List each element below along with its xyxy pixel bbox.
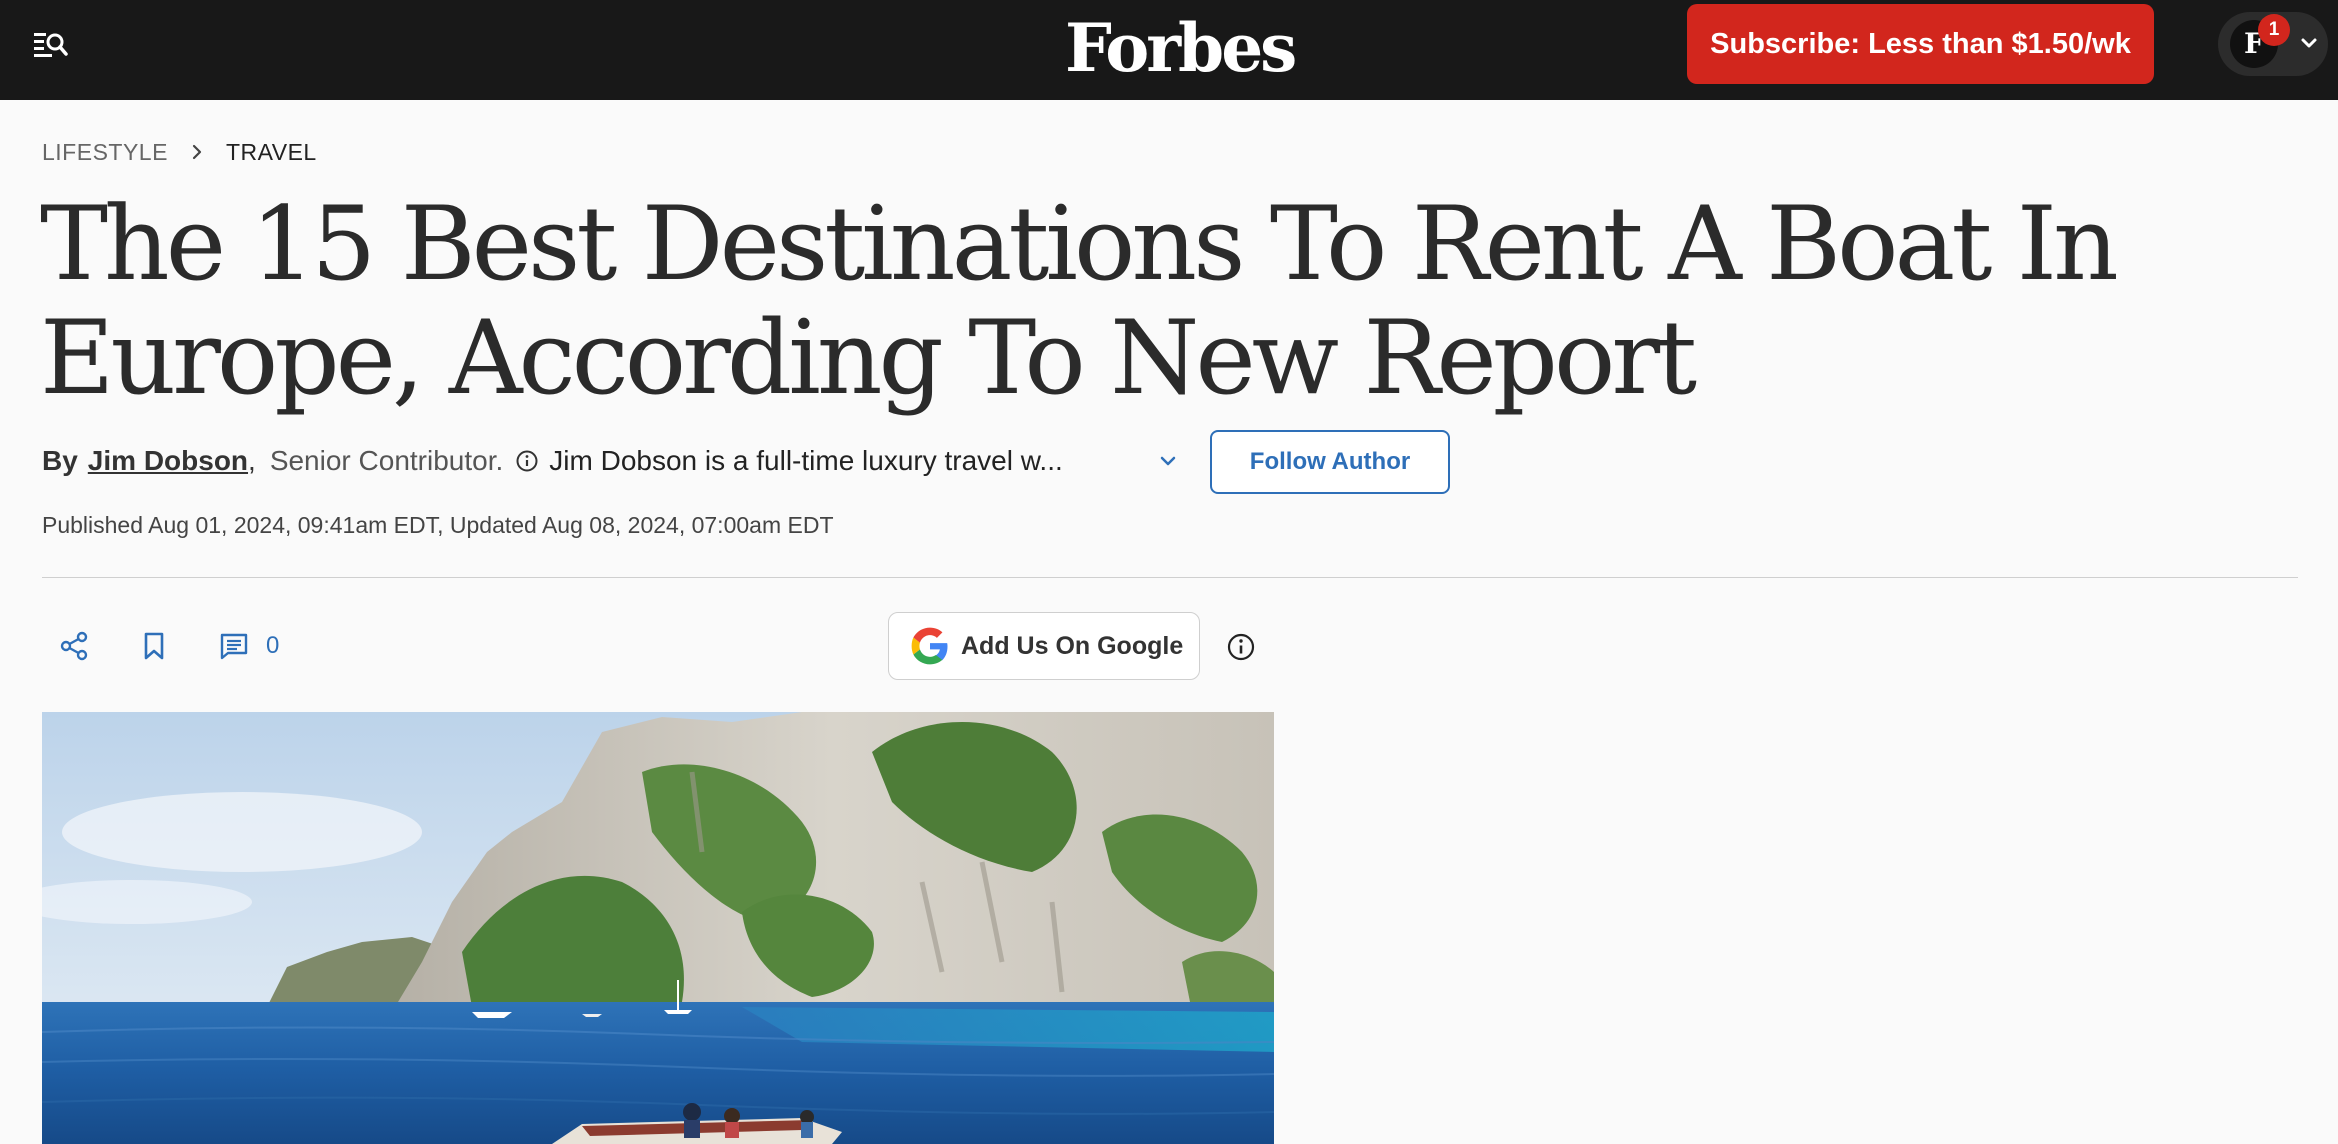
breadcrumb: LIFESTYLE TRAVEL <box>42 134 317 170</box>
menu-search-icon[interactable] <box>30 24 70 64</box>
chevron-down-icon[interactable] <box>1155 448 1181 474</box>
byline: By Jim Dobson , Senior Contributor. Jim … <box>42 436 1181 486</box>
notification-badge: 1 <box>2258 14 2290 46</box>
publish-dates: Published Aug 01, 2024, 09:41am EDT, Upd… <box>42 512 834 538</box>
byline-comma: , <box>248 445 256 476</box>
forbes-logo[interactable]: Forbes <box>1065 4 1297 92</box>
chevron-right-icon <box>192 144 202 160</box>
breadcrumb-lifestyle[interactable]: LIFESTYLE <box>42 139 168 166</box>
info-icon[interactable] <box>1226 632 1256 662</box>
author-link[interactable]: Jim Dobson <box>88 445 248 477</box>
info-icon[interactable] <box>515 449 539 473</box>
account-menu-button[interactable]: F 1 <box>2218 12 2328 76</box>
google-icon <box>911 627 948 665</box>
share-icon[interactable] <box>58 630 90 662</box>
bookmark-icon[interactable] <box>138 630 170 662</box>
hero-image <box>42 712 1274 1144</box>
subscribe-button[interactable]: Subscribe: Less than $1.50/wk <box>1687 4 2154 84</box>
comments-button[interactable]: 0 <box>218 628 279 664</box>
author-bio: Jim Dobson is a full-time luxury travel … <box>549 445 1063 476</box>
article-title: The 15 Best Destinations To Rent A Boat … <box>40 185 2119 418</box>
comment-icon <box>220 633 248 660</box>
divider <box>42 577 2298 578</box>
top-navigation-bar: Forbes Subscribe: Less than $1.50/wk F 1 <box>0 0 2338 100</box>
add-us-on-google-button[interactable]: Add Us On Google <box>888 612 1200 680</box>
follow-author-button[interactable]: Follow Author <box>1210 430 1450 494</box>
google-button-label: Add Us On Google <box>961 631 1184 660</box>
author-role: Senior Contributor. <box>269 445 504 476</box>
by-label: By <box>42 445 78 476</box>
breadcrumb-travel[interactable]: TRAVEL <box>226 139 317 166</box>
comment-count: 0 <box>266 632 280 659</box>
chevron-down-icon <box>2301 38 2317 48</box>
